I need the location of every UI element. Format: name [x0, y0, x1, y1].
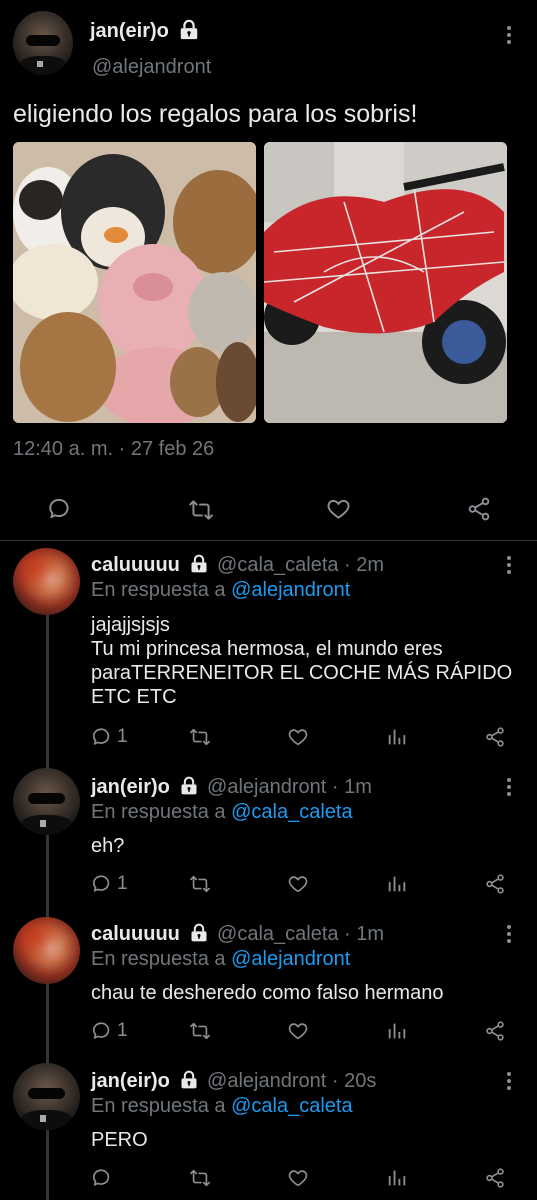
replying-handle[interactable]: @cala_caleta [231, 801, 352, 823]
replying-handle[interactable]: @alejandront [231, 948, 350, 970]
replying-handle[interactable]: @cala_caleta [231, 1095, 352, 1117]
reply-count: 1 [117, 1020, 128, 1041]
retweet-icon[interactable] [188, 497, 214, 523]
like-icon[interactable] [287, 873, 309, 895]
lock-icon [181, 1070, 197, 1089]
analytics-icon[interactable] [386, 726, 408, 748]
like-icon[interactable] [287, 1020, 309, 1042]
share-icon[interactable] [484, 873, 506, 895]
replying-to: En respuesta a @alejandront [91, 948, 350, 971]
motorbike-image [264, 142, 507, 423]
retweet-icon[interactable] [189, 873, 211, 895]
reply-header: jan(eir)o @alejandront · 1m [91, 776, 372, 799]
more-icon[interactable] [507, 925, 511, 946]
retweet-icon[interactable] [189, 1167, 211, 1189]
author-name[interactable]: caluuuuu [91, 923, 180, 945]
lock-icon [191, 923, 207, 942]
replying-prefix: En respuesta a [91, 579, 232, 601]
photo-motorbike[interactable] [264, 142, 507, 423]
avatar[interactable] [13, 917, 80, 984]
reply-header: caluuuuu @cala_caleta · 1m [91, 923, 384, 946]
photo-plushies[interactable] [13, 142, 256, 423]
replying-to: En respuesta a @cala_caleta [91, 1095, 353, 1118]
like-icon[interactable] [325, 496, 352, 522]
analytics-icon[interactable] [386, 873, 408, 895]
reply-text: eh? [91, 835, 125, 857]
reply-icon[interactable] [91, 1167, 113, 1189]
avatar[interactable] [13, 548, 80, 615]
replying-handle[interactable]: @alejandront [231, 579, 350, 601]
author-name[interactable]: jan(eir)o [90, 20, 169, 42]
share-icon[interactable] [484, 726, 506, 748]
avatar[interactable] [13, 11, 73, 75]
reply-header: jan(eir)o @alejandront · 20s [91, 1070, 376, 1093]
author-name[interactable]: caluuuuu [91, 554, 180, 576]
like-icon[interactable] [287, 726, 309, 748]
more-icon[interactable] [507, 556, 511, 577]
author-meta[interactable]: @alejandront · 20s [207, 1070, 376, 1092]
reply-text: jajajjsjsjs Tu mi princesa hermosa, el m… [91, 614, 513, 708]
author-meta[interactable]: @cala_caleta · 2m [217, 554, 384, 576]
lock-icon [181, 19, 198, 39]
author-name[interactable]: jan(eir)o [91, 1070, 170, 1092]
reply-icon[interactable] [91, 1020, 113, 1042]
share-icon[interactable] [484, 1167, 506, 1189]
divider [0, 540, 537, 541]
more-icon[interactable] [507, 1072, 511, 1093]
analytics-icon[interactable] [386, 1020, 408, 1042]
more-icon[interactable] [507, 26, 511, 47]
author-meta[interactable]: @alejandront · 1m [207, 776, 372, 798]
replying-prefix: En respuesta a [91, 801, 232, 823]
like-icon[interactable] [287, 1167, 309, 1189]
reply-icon[interactable] [91, 726, 113, 748]
avatar[interactable] [13, 1063, 80, 1130]
tweet-timestamp[interactable]: 12:40 a. m. · 27 feb 26 [13, 438, 214, 461]
lock-icon [181, 776, 197, 795]
reply-icon[interactable] [47, 496, 73, 522]
author-handle[interactable]: @alejandront [92, 56, 211, 79]
retweet-icon[interactable] [189, 1020, 211, 1042]
reply-header: caluuuuu @cala_caleta · 2m [91, 554, 384, 577]
more-icon[interactable] [507, 778, 511, 799]
author-meta[interactable]: @cala_caleta · 1m [217, 923, 384, 945]
lock-icon [191, 554, 207, 573]
reply-text: PERO [91, 1129, 148, 1151]
share-icon[interactable] [484, 1020, 506, 1042]
avatar[interactable] [13, 768, 80, 835]
plushies-image [13, 142, 256, 423]
reply-icon[interactable] [91, 873, 113, 895]
reply-count: 1 [117, 726, 128, 747]
tweet-text: eligiendo los regalos para los sobris! [13, 100, 418, 128]
analytics-icon[interactable] [386, 1167, 408, 1189]
share-icon[interactable] [466, 496, 492, 522]
author-name[interactable]: jan(eir)o [91, 776, 170, 798]
author-row: jan(eir)o [90, 19, 200, 43]
replying-to: En respuesta a @cala_caleta [91, 801, 353, 824]
retweet-icon[interactable] [189, 726, 211, 748]
reply-text: chau te desheredo como falso hermano [91, 982, 444, 1004]
reply-count: 1 [117, 873, 128, 894]
replying-prefix: En respuesta a [91, 1095, 232, 1117]
replying-to: En respuesta a @alejandront [91, 579, 350, 602]
replying-prefix: En respuesta a [91, 948, 232, 970]
